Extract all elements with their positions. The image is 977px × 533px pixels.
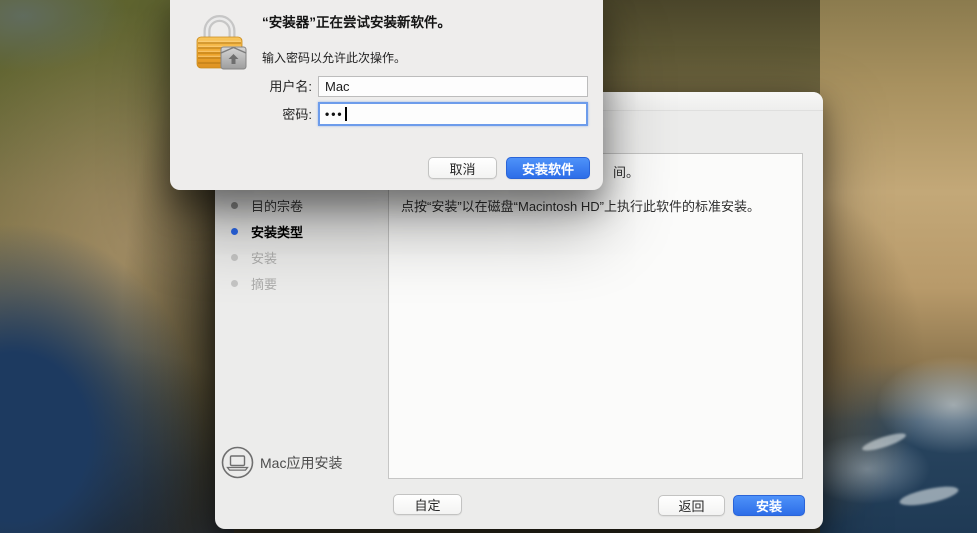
dialog-subtitle: 输入密码以允许此次操作。	[262, 51, 407, 65]
installer-steps-sidebar: 目的宗卷 安装类型 安装 摘要	[215, 192, 388, 296]
clipped-text-tail: 间。	[613, 165, 640, 180]
lock-installer-icon	[192, 8, 250, 76]
step-bullet-icon	[231, 201, 238, 209]
laptop-circle-icon	[221, 446, 254, 479]
standard-install-instruction: 点按“安装”以在磁盘“Macintosh HD”上执行此软件的标准安装。	[401, 199, 760, 214]
install-button[interactable]: 安装	[733, 495, 805, 516]
app-badge: Mac应用安装	[221, 446, 342, 479]
authentication-dialog: “安装器”正在尝试安装新软件。 输入密码以允许此次操作。 用户名: Mac 密码…	[170, 0, 603, 190]
go-back-button[interactable]: 返回	[658, 495, 725, 516]
wallpaper-right-cliffs-ocean	[820, 0, 977, 533]
username-value: Mac	[325, 79, 350, 94]
sidebar-step-installation: 安装	[215, 244, 388, 270]
installer-content-pane: 间。 点按“安装”以在磁盘“Macintosh HD”上执行此软件的标准安装。	[388, 153, 803, 479]
step-bullet-icon	[231, 253, 238, 261]
install-software-button[interactable]: 安装软件	[506, 157, 590, 179]
step-label: 安装	[251, 250, 278, 266]
cancel-button[interactable]: 取消	[428, 157, 497, 179]
sidebar-step-summary: 摘要	[215, 270, 388, 296]
step-bullet-icon	[231, 227, 238, 235]
step-label: 摘要	[251, 276, 278, 292]
text-caret	[344, 107, 347, 121]
password-dots: •••	[325, 107, 344, 121]
sidebar-step-destination: 目的宗卷	[215, 192, 388, 218]
sidebar-step-installation-type: 安装类型	[215, 218, 388, 244]
username-label: 用户名:	[269, 79, 312, 94]
desktop: 目的宗卷 安装类型 安装 摘要 间。 点按“安装”以在磁盘“Macintosh …	[0, 0, 977, 533]
password-label: 密码:	[282, 107, 312, 122]
step-bullet-icon	[231, 279, 238, 287]
customize-button[interactable]: 自定	[393, 494, 462, 515]
app-badge-label: Mac应用安装	[260, 454, 343, 471]
password-field[interactable]: •••	[318, 102, 588, 126]
step-label: 安装类型	[251, 224, 304, 240]
step-label: 目的宗卷	[251, 198, 304, 214]
dialog-title: “安装器”正在尝试安装新软件。	[262, 15, 451, 30]
username-field[interactable]: Mac	[318, 76, 588, 97]
